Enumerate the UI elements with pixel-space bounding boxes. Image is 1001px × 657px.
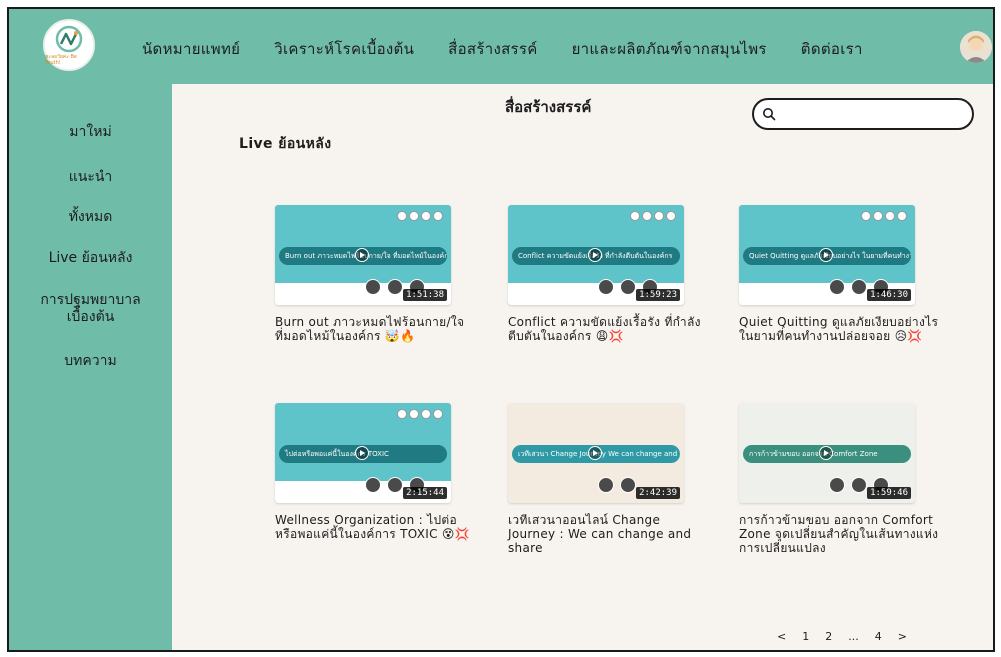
sidebar-item-new[interactable]: มาใหม่ (9, 124, 172, 141)
video-card[interactable]: การก้าวข้ามขอบ ออกจาก Comfort Zone 1:59:… (739, 403, 939, 555)
video-card[interactable]: Conflict ความขัดแย้งเรื้อรัง ที่กำลังตีบ… (508, 205, 708, 343)
nav-item-diagnosis[interactable]: วิเคราะห์โรคเบื้องต้น (274, 37, 414, 61)
video-duration: 1:59:23 (636, 289, 680, 301)
play-icon[interactable] (588, 248, 602, 262)
thumbnail-logos (859, 211, 907, 221)
video-duration: 1:51:38 (403, 289, 447, 301)
sidebar-item-articles[interactable]: บทความ (9, 353, 172, 370)
page-4-link[interactable]: 4 (875, 630, 882, 643)
video-duration: 2:15:44 (403, 487, 447, 499)
play-icon[interactable] (819, 446, 833, 460)
page-2-link[interactable]: 2 (825, 630, 832, 643)
page-ellipsis: ... (848, 630, 859, 643)
video-duration: 1:59:46 (867, 487, 911, 499)
play-icon[interactable] (355, 446, 369, 460)
video-thumbnail[interactable]: ไปต่อหรือพอแค่นี้ในองค์กร TOXIC 2:15:44 (275, 403, 451, 503)
play-icon[interactable] (588, 446, 602, 460)
sidebar-item-first-aid[interactable]: การปฐมพยาบาลเบื้องต้น (9, 292, 172, 326)
thumbnail-logos (628, 211, 676, 221)
app-frame: ชะลอวัยค่ะ Be Youth! นัดหมายแพทย์ วิเครา… (7, 7, 995, 652)
search-box[interactable] (752, 98, 974, 130)
page-1-link[interactable]: 1 (802, 630, 809, 643)
leaf-logo-icon (55, 25, 83, 53)
video-card[interactable]: Burn out ภาวะหมดไฟร้อนกาย/ใจ ที่มอดไหม้ใ… (275, 205, 475, 343)
play-icon[interactable] (355, 248, 369, 262)
sidebar: มาใหม่ แนะนำ ทั้งหมด Live ย้อนหลัง การปฐ… (9, 84, 172, 650)
user-avatar[interactable] (960, 31, 992, 63)
next-page-button[interactable]: > (898, 630, 907, 643)
video-thumbnail[interactable]: Quiet Quitting ดูแลภัยเงียบอย่างไร ในยาม… (739, 205, 915, 305)
thumbnail-logos (395, 409, 443, 419)
pagination: < 1 2 ... 4 > (777, 630, 923, 643)
play-icon[interactable] (819, 248, 833, 262)
main-nav: นัดหมายแพทย์ วิเคราะห์โรคเบื้องต้น สื่อส… (142, 37, 897, 61)
video-title[interactable]: เวทีเสวนาออนไลน์ Change Journey : We can… (508, 513, 708, 555)
nav-item-herbal-products[interactable]: ยาและผลิตภัณฑ์จากสมุนไพร (572, 37, 767, 61)
video-thumbnail[interactable]: การก้าวข้ามขอบ ออกจาก Comfort Zone 1:59:… (739, 403, 915, 503)
logo[interactable]: ชะลอวัยค่ะ Be Youth! (43, 19, 95, 71)
top-navigation-bar: ชะลอวัยค่ะ Be Youth! นัดหมายแพทย์ วิเครา… (9, 9, 993, 84)
video-thumbnail[interactable]: Conflict ความขัดแย้งเรื้อรัง ที่กำลังตีบ… (508, 205, 684, 305)
nav-item-creative-media[interactable]: สื่อสร้างสรรค์ (448, 37, 537, 61)
video-duration: 1:46:30 (867, 289, 911, 301)
sidebar-item-all[interactable]: ทั้งหมด (9, 209, 172, 226)
search-icon (763, 108, 776, 121)
video-card[interactable]: เวทีเสวนา Change Journey We can change a… (508, 403, 708, 555)
video-thumbnail[interactable]: Burn out ภาวะหมดไฟร้อนกาย/ใจ ที่มอดไหม้ใ… (275, 205, 451, 305)
sidebar-item-live-replay[interactable]: Live ย้อนหลัง (9, 250, 172, 267)
logo-tagline: ชะลอวัยค่ะ Be Youth! (45, 54, 78, 66)
video-thumbnail[interactable]: เวทีเสวนา Change Journey We can change a… (508, 403, 684, 503)
thumbnail-logos (395, 211, 443, 221)
video-title[interactable]: Burn out ภาวะหมดไฟร้อนกาย/ใจ ที่มอดไหม้ใ… (275, 315, 475, 343)
video-card[interactable]: Quiet Quitting ดูแลภัยเงียบอย่างไร ในยาม… (739, 205, 939, 343)
video-title[interactable]: การก้าวข้ามขอบ ออกจาก Comfort Zone จุดเป… (739, 513, 939, 555)
nav-item-contact[interactable]: ติดต่อเรา (801, 37, 863, 61)
video-duration: 2:42:39 (636, 487, 680, 499)
sidebar-item-recommended[interactable]: แนะนำ (9, 169, 172, 186)
nav-item-appointment[interactable]: นัดหมายแพทย์ (142, 37, 240, 61)
prev-page-button[interactable]: < (777, 630, 786, 643)
video-title[interactable]: Quiet Quitting ดูแลภัยเงียบอย่างไร ในยาม… (739, 315, 939, 343)
page-title: สื่อสร้างสรรค์ (505, 98, 592, 116)
video-title[interactable]: Conflict ความขัดแย้งเรื้อรัง ที่กำลังตีบ… (508, 315, 708, 343)
video-title[interactable]: Wellness Organization : ไปต่อหรือพอแค่นี… (275, 513, 475, 541)
search-input[interactable] (782, 104, 966, 126)
section-title: Live ย้อนหลัง (239, 136, 332, 152)
video-card[interactable]: ไปต่อหรือพอแค่นี้ในองค์กร TOXIC 2:15:44 … (275, 403, 475, 541)
user-avatar-icon (960, 31, 992, 63)
